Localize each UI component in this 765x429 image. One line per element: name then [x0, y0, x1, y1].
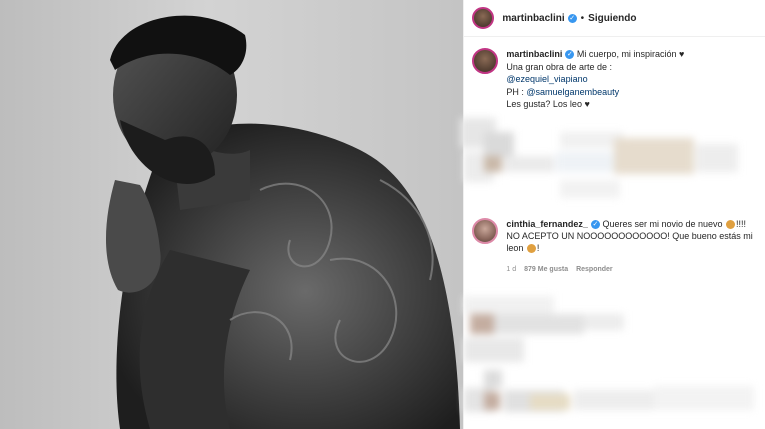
instagram-post-view: martinbaclini ✓ • Siguiendo martinbaclin…: [0, 0, 765, 429]
comments-panel: martinbaclini ✓ • Siguiendo martinbaclin…: [460, 0, 765, 429]
lion-emoji-icon: [726, 220, 736, 230]
caption-line-1: Mi cuerpo, mi inspiración ♥: [576, 49, 685, 59]
lion-emoji-icon: [526, 244, 536, 254]
caption-line-4: PH : @samuelganembeauty: [506, 86, 756, 99]
caption-line-2: Una gran obra de arte de :: [506, 61, 612, 72]
post-header: martinbaclini ✓ • Siguiendo: [464, 0, 765, 37]
blurred-comment: [460, 112, 765, 202]
post-username[interactable]: martinbaclini: [502, 13, 564, 24]
verified-icon: ✓: [567, 13, 577, 23]
comment-text-c: !: [536, 243, 540, 253]
ph-prefix: PH :: [506, 86, 527, 97]
blurred-comment: [464, 290, 765, 429]
caption-line-5: Les gusta? Los leo ♥: [506, 99, 590, 109]
commenter-avatar[interactable]: [472, 218, 499, 244]
separator-dot: •: [580, 12, 585, 24]
avatar[interactable]: [472, 7, 495, 29]
post-photo[interactable]: [0, 0, 464, 429]
commenter-username[interactable]: cinthia_fernandez_: [506, 219, 588, 229]
comment-text-a: Queres ser mi novio de nuevo: [602, 219, 723, 229]
tattooed-man-photo: [105, 15, 460, 429]
mention-link-2[interactable]: @samuelganembeauty: [526, 87, 619, 97]
caption-username[interactable]: martinbaclini: [506, 49, 562, 59]
comment-likes[interactable]: 879 Me gusta: [524, 266, 568, 273]
caption-avatar[interactable]: [472, 48, 499, 74]
comment-meta: 1 d 879 Me gusta Responder: [506, 266, 612, 273]
verified-icon: ✓: [590, 220, 600, 230]
reply-button[interactable]: Responder: [576, 266, 613, 273]
mention-link-1[interactable]: @ezequiel_viapiano: [506, 73, 756, 86]
post-caption: martinbaclini ✓ Mi cuerpo, mi inspiración…: [472, 48, 756, 111]
comment-item: cinthia_fernandez_ ✓ Queres ser mi novio …: [472, 218, 761, 254]
verified-icon: ✓: [565, 50, 575, 60]
following-button[interactable]: Siguiendo: [588, 13, 636, 24]
comment-time[interactable]: 1 d: [506, 266, 516, 273]
